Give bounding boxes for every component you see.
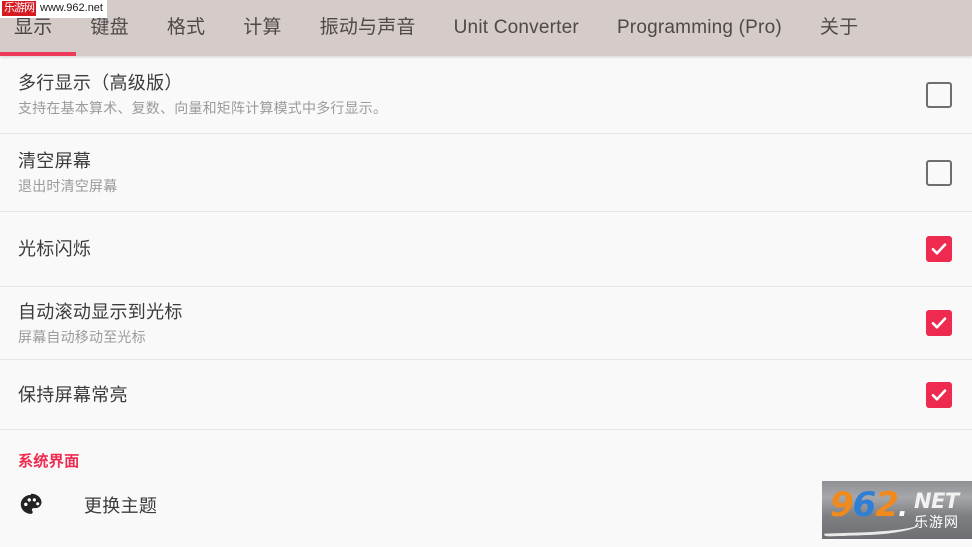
watermark-logo-swoosh xyxy=(823,517,921,537)
tab-keyboard-label: 键盘 xyxy=(90,17,129,38)
setting-title: 光标闪烁 xyxy=(18,239,92,259)
setting-subtitle: 支持在基本算术、复数、向量和矩阵计算模式中多行显示。 xyxy=(18,100,388,116)
setting-row-multiline-display[interactable]: 多行显示（高级版） 支持在基本算术、复数、向量和矩阵计算模式中多行显示。 xyxy=(0,56,972,134)
section-header-system-ui: 系统界面 xyxy=(18,453,80,470)
check-icon xyxy=(931,317,947,329)
setting-title: 自动滚动显示到光标 xyxy=(18,301,183,322)
watermark-logo-net: NET xyxy=(914,489,959,513)
active-tab-indicator xyxy=(0,52,77,56)
setting-text-block: 光标闪烁 xyxy=(18,237,926,261)
change-theme-label: 更换主题 xyxy=(84,496,158,516)
setting-row-cursor-blink[interactable]: 光标闪烁 xyxy=(0,212,972,287)
palette-icon xyxy=(18,492,54,518)
setting-text-block: 清空屏幕 退出时清空屏幕 xyxy=(18,149,926,196)
watermark-962-logo: 962. NET 乐游网 xyxy=(822,481,972,539)
tab-about-label: 关于 xyxy=(819,17,859,38)
check-icon xyxy=(931,388,947,401)
tab-about[interactable]: 关于 xyxy=(820,0,858,56)
tab-unit-converter-label: Unit Converter xyxy=(453,17,579,38)
checkbox-keep-screen-on[interactable] xyxy=(926,381,952,408)
tab-calculation[interactable]: 计算 xyxy=(243,0,281,56)
tab-programming-pro-label: Programming (Pro) xyxy=(616,17,782,38)
setting-text-block: 自动滚动显示到光标 屏幕自动移动至光标 xyxy=(18,300,926,347)
tab-format[interactable]: 格式 xyxy=(167,0,205,56)
checkbox-multiline-display[interactable] xyxy=(926,81,952,108)
watermark-badge: 乐游网 xyxy=(2,1,36,16)
settings-tab-bar[interactable]: 显示 键盘 格式 计算 振动与声音 Unit Converter Program… xyxy=(0,0,972,56)
setting-subtitle: 退出时清空屏幕 xyxy=(18,178,118,194)
tab-vibration-sound[interactable]: 振动与声音 xyxy=(320,0,416,56)
checkbox-clear-screen[interactable] xyxy=(926,159,952,186)
tab-format-label: 格式 xyxy=(166,17,206,38)
settings-list: 多行显示（高级版） 支持在基本算术、复数、向量和矩阵计算模式中多行显示。 清空屏… xyxy=(0,56,972,533)
tab-calculation-label: 计算 xyxy=(243,17,282,38)
tab-programming-pro[interactable]: Programming (Pro) xyxy=(617,0,782,56)
check-icon xyxy=(931,243,947,255)
setting-row-clear-screen[interactable]: 清空屏幕 退出时清空屏幕 xyxy=(0,134,972,212)
tab-display-label: 显示 xyxy=(14,17,53,38)
setting-title: 多行显示（高级版） xyxy=(18,73,183,93)
tab-vibration-sound-label: 振动与声音 xyxy=(319,17,416,38)
setting-subtitle: 屏幕自动移动至光标 xyxy=(18,328,146,345)
setting-title: 清空屏幕 xyxy=(18,151,92,171)
checkbox-auto-scroll-to-cursor[interactable] xyxy=(926,310,952,336)
watermark-top-left: 乐游网 www.962.net xyxy=(0,0,107,18)
setting-text-block: 多行显示（高级版） 支持在基本算术、复数、向量和矩阵计算模式中多行显示。 xyxy=(18,71,926,118)
setting-title: 保持屏幕常亮 xyxy=(18,384,128,405)
setting-row-auto-scroll-to-cursor[interactable]: 自动滚动显示到光标 屏幕自动移动至光标 xyxy=(0,287,972,360)
setting-text-block: 保持屏幕常亮 xyxy=(18,383,926,407)
watermark-logo-cn: 乐游网 xyxy=(914,514,959,530)
watermark-url: www.962.net xyxy=(40,2,103,14)
setting-row-keep-screen-on[interactable]: 保持屏幕常亮 xyxy=(0,360,972,430)
tab-unit-converter[interactable]: Unit Converter xyxy=(454,0,579,56)
checkbox-cursor-blink[interactable] xyxy=(926,236,952,262)
